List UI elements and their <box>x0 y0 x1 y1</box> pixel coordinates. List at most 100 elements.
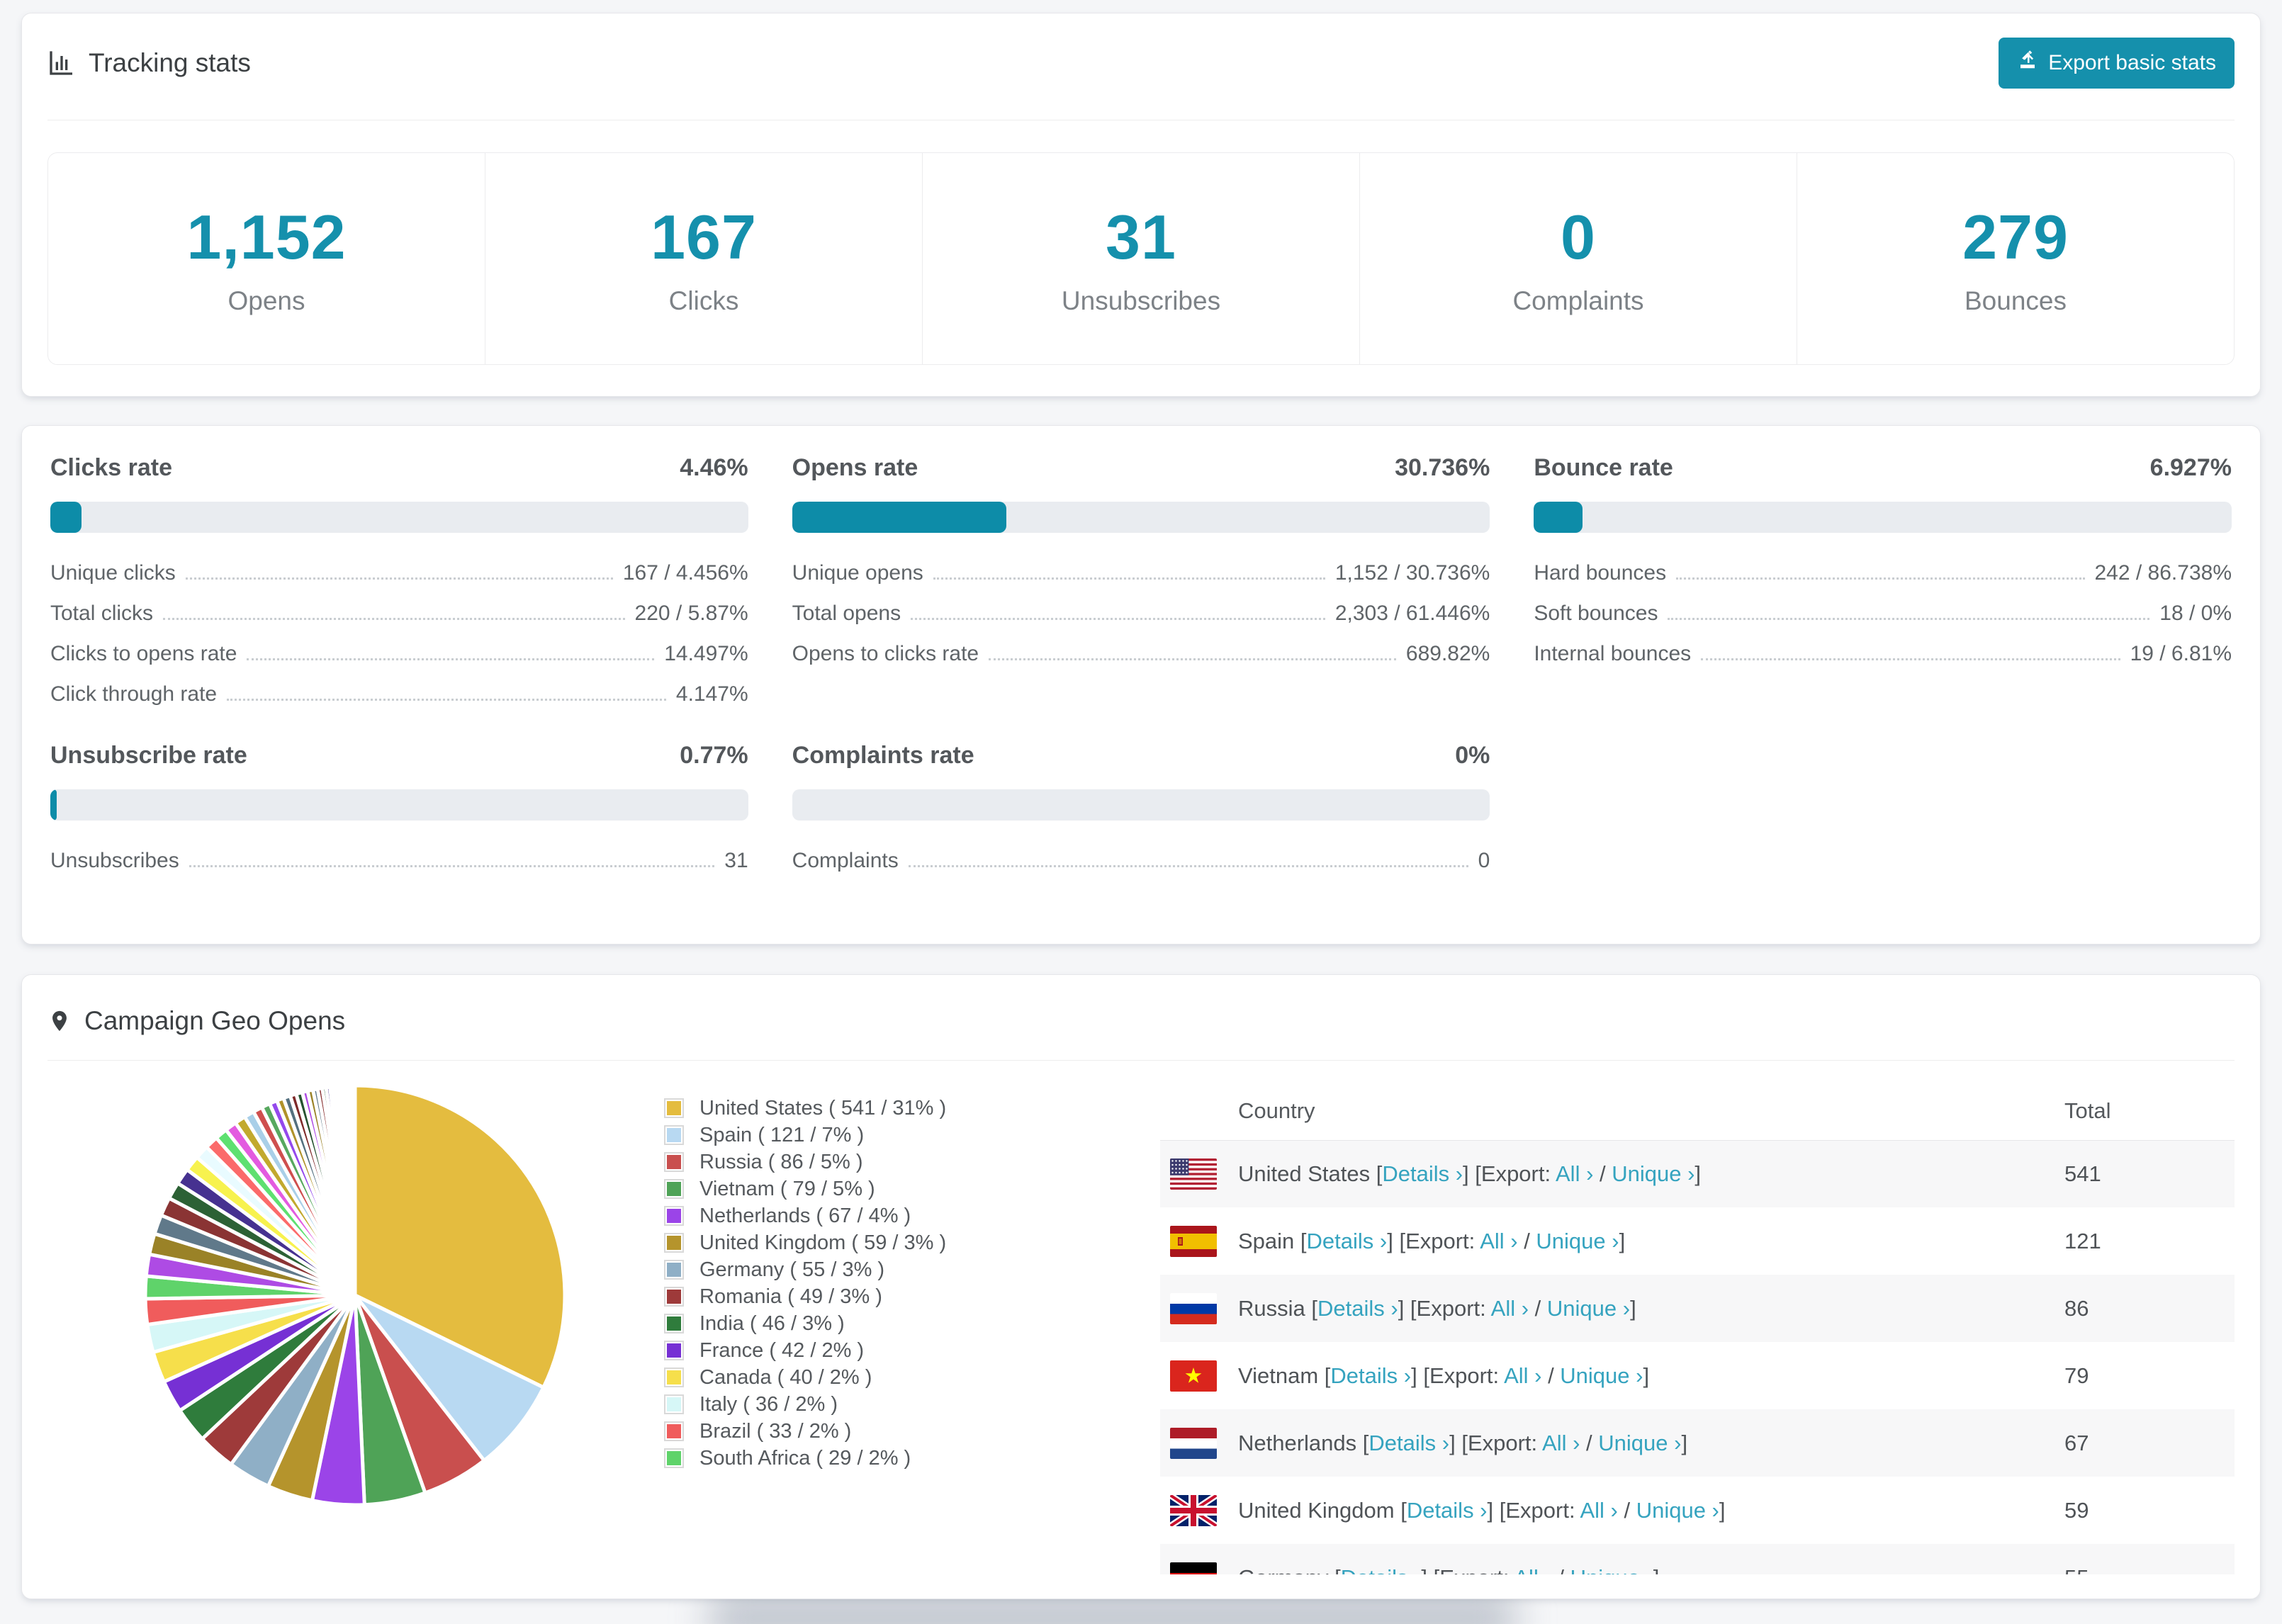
details-link[interactable]: Details › <box>1407 1498 1488 1523</box>
legend-color-chip <box>664 1421 684 1441</box>
rate-detail-value: 14.497% <box>664 642 748 665</box>
legend-label: United States ( 541 / 31% ) <box>699 1096 947 1120</box>
legend-item[interactable]: South Africa ( 29 / 2% ) <box>664 1445 1160 1472</box>
legend-label: Italy ( 36 / 2% ) <box>699 1392 838 1416</box>
rate-detail-label: Unique clicks <box>50 561 176 585</box>
rate-detail-label: Clicks to opens rate <box>50 642 237 665</box>
dotted-leader <box>247 658 655 660</box>
export-all-link[interactable]: All › <box>1556 1161 1593 1186</box>
legend-item[interactable]: France ( 42 / 2% ) <box>664 1337 1160 1364</box>
stat-cell-clicks: 167 Clicks <box>485 153 923 364</box>
rate-detail-value: 689.82% <box>1405 642 1490 665</box>
progress-bar-fill <box>50 789 57 821</box>
country-name: Spain <box>1238 1228 1295 1253</box>
bar-chart-icon <box>47 49 76 77</box>
export-all-link[interactable]: All › <box>1580 1498 1617 1523</box>
rate-title: Unsubscribe rate <box>50 742 247 769</box>
details-link[interactable]: Details › <box>1317 1296 1398 1321</box>
rate-detail-row: Soft bounces 18 / 0% <box>1534 603 2232 624</box>
stat-cell-bounces: 279 Bounces <box>1797 153 2234 364</box>
legend-label: Canada ( 40 / 2% ) <box>699 1365 872 1389</box>
export-all-link[interactable]: All › <box>1542 1431 1580 1455</box>
stat-label: Opens <box>227 286 305 315</box>
export-all-link[interactable]: All › <box>1480 1229 1517 1253</box>
legend-label: France ( 42 / 2% ) <box>699 1338 865 1362</box>
export-basic-stats-button[interactable]: Export basic stats <box>1999 38 2235 89</box>
nl-flag-icon <box>1170 1427 1217 1459</box>
legend-color-chip <box>664 1152 684 1172</box>
rate-detail-row: Total clicks 220 / 5.87% <box>50 603 748 624</box>
es-flag-icon <box>1170 1225 1217 1257</box>
legend-item[interactable]: Brazil ( 33 / 2% ) <box>664 1418 1160 1445</box>
rate-detail-label: Hard bounces <box>1534 561 1667 585</box>
ru-flag-icon <box>1170 1292 1217 1324</box>
export-unique-link[interactable]: Unique › <box>1598 1431 1681 1455</box>
details-link[interactable]: Details › <box>1368 1431 1449 1455</box>
legend-item[interactable]: Italy ( 36 / 2% ) <box>664 1391 1160 1418</box>
country-cell: Germany [Details ›] [Export: All › / Uni… <box>1238 1544 2064 1575</box>
dotted-leader <box>189 865 715 867</box>
legend-item[interactable]: India ( 46 / 3% ) <box>664 1310 1160 1337</box>
stat-value: 0 <box>1561 202 1596 272</box>
legend-item[interactable]: Spain ( 121 / 7% ) <box>664 1122 1160 1149</box>
progress-bar-fill <box>792 502 1007 533</box>
progress-bar <box>792 789 1490 821</box>
dotted-leader <box>911 618 1325 620</box>
legend-item[interactable]: United Kingdom ( 59 / 3% ) <box>664 1229 1160 1256</box>
stat-value: 167 <box>651 202 757 272</box>
stats-body: 1,152 Opens 167 Clicks 31 Unsubscribes 0 Compla… <box>22 120 2260 365</box>
legend-item[interactable]: Russia ( 86 / 5% ) <box>664 1149 1160 1175</box>
legend-color-chip <box>664 1125 684 1145</box>
export-unique-link[interactable]: Unique › <box>1536 1229 1619 1253</box>
export-all-link[interactable]: All › <box>1491 1296 1529 1321</box>
legend-item[interactable]: Romania ( 49 / 3% ) <box>664 1283 1160 1310</box>
country-total-cell: 55 <box>2064 1544 2235 1575</box>
legend-label: Netherlands ( 67 / 4% ) <box>699 1204 911 1227</box>
export-unique-link[interactable]: Unique › <box>1570 1565 1653 1575</box>
details-link[interactable]: Details › <box>1382 1161 1463 1186</box>
legend-item[interactable]: Canada ( 40 / 2% ) <box>664 1364 1160 1391</box>
details-link[interactable]: Details › <box>1341 1565 1422 1575</box>
rate-title: Complaints rate <box>792 742 974 769</box>
legend-label: Russia ( 86 / 5% ) <box>699 1150 863 1173</box>
country-total-cell: 59 <box>2064 1497 2089 1523</box>
legend-item[interactable]: Netherlands ( 67 / 4% ) <box>664 1202 1160 1229</box>
country-total-cell: 79 <box>2064 1363 2089 1388</box>
table-row-es: Spain [Details ›] [Export: All › / Uniqu… <box>1160 1207 2235 1275</box>
legend-item[interactable]: United States ( 541 / 31% ) <box>664 1095 1160 1122</box>
table-row-ru: Russia [Details ›] [Export: All › / Uniq… <box>1160 1275 2235 1342</box>
export-label: Export: <box>1416 1295 1491 1321</box>
gb-flag-icon <box>1170 1494 1217 1526</box>
export-unique-link[interactable]: Unique › <box>1547 1296 1630 1321</box>
export-unique-link[interactable]: Unique › <box>1612 1161 1694 1186</box>
export-unique-link[interactable]: Unique › <box>1560 1363 1643 1388</box>
legend-item[interactable]: Vietnam ( 79 / 5% ) <box>664 1175 1160 1202</box>
rate-detail-row: Click through rate 4.147% <box>50 684 748 705</box>
rate-detail-value: 19 / 6.81% <box>2130 642 2232 665</box>
export-all-link[interactable]: All › <box>1504 1363 1541 1388</box>
stat-value: 279 <box>1962 202 2069 272</box>
country-cell: Vietnam [Details ›] [Export: All › / Uni… <box>1238 1363 1650 1388</box>
stat-cell-complaints: 0 Complaints <box>1360 153 1797 364</box>
geo-title: Campaign Geo Opens <box>47 1006 345 1036</box>
pie-slice[interactable] <box>352 1083 357 1296</box>
legend-color-chip <box>664 1098 684 1118</box>
details-link[interactable]: Details › <box>1307 1229 1388 1253</box>
rate-detail-row: Hard bounces 242 / 86.738% <box>1534 563 2232 584</box>
progress-bar <box>1534 502 2232 533</box>
export-all-link[interactable]: All › <box>1514 1565 1551 1575</box>
legend-color-chip <box>664 1260 684 1280</box>
details-link[interactable]: Details › <box>1330 1363 1411 1388</box>
export-label: Export: <box>1405 1228 1480 1253</box>
dotted-leader <box>1668 618 2150 620</box>
legend-color-chip <box>664 1448 684 1468</box>
legend-item[interactable]: Germany ( 55 / 3% ) <box>664 1256 1160 1283</box>
dotted-leader <box>185 577 613 580</box>
legend-label: Brazil ( 33 / 2% ) <box>699 1419 852 1443</box>
dotted-leader <box>1676 577 2085 580</box>
stat-value: 31 <box>1106 202 1176 272</box>
country-name: Netherlands <box>1238 1430 1357 1455</box>
export-unique-link[interactable]: Unique › <box>1636 1498 1719 1523</box>
us-flag-icon <box>1170 1158 1217 1190</box>
dotted-leader <box>989 658 1396 660</box>
